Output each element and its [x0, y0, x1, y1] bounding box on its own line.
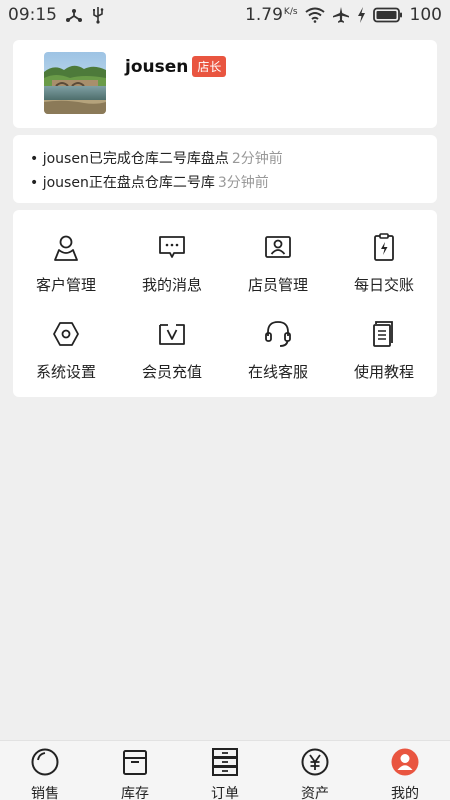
nav-item-inventory[interactable]: 库存 — [90, 741, 180, 800]
avatar[interactable] — [44, 52, 106, 114]
share-icon — [65, 6, 83, 24]
grid-item-tutorial[interactable]: 使用教程 — [331, 319, 437, 382]
customer-icon — [51, 232, 81, 266]
staff-icon — [263, 232, 293, 266]
grid-item-my-messages[interactable]: 我的消息 — [119, 232, 225, 295]
nav-item-mine[interactable]: 我的 — [360, 741, 450, 800]
settings-icon — [51, 319, 81, 353]
grid-item-online-service[interactable]: 在线客服 — [225, 319, 331, 382]
member-recharge-icon — [157, 319, 187, 353]
function-grid-card: 客户管理 我的消息 店员管理 每日交账 系统设置 会员充值 在线客服 使用教程 — [13, 210, 437, 397]
nav-item-sales[interactable]: 销售 — [0, 741, 90, 800]
grid-item-member-recharge[interactable]: 会员充值 — [119, 319, 225, 382]
nav-item-orders[interactable]: 订单 — [180, 741, 270, 800]
activity-time: 2分钟前 — [231, 151, 283, 167]
user-name-row: jousen 店长 — [125, 56, 227, 77]
activity-item[interactable]: • jousen正在盘点仓库二号库 3分钟前 — [30, 171, 437, 195]
assets-icon — [300, 747, 330, 781]
profile-card[interactable]: jousen 店长 — [13, 40, 437, 128]
username: jousen — [125, 56, 189, 77]
grid-item-staff-management[interactable]: 店员管理 — [225, 232, 331, 295]
inventory-icon — [120, 747, 150, 781]
battery-level: 100 — [409, 5, 442, 25]
bottom-nav: 销售 库存 订单 资产 我的 — [0, 740, 450, 800]
message-icon — [157, 232, 187, 266]
grid-item-daily-settlement[interactable]: 每日交账 — [331, 232, 437, 295]
tutorial-icon — [369, 319, 399, 353]
grid-item-system-settings[interactable]: 系统设置 — [13, 319, 119, 382]
activity-card: • jousen已完成仓库二号库盘点 2分钟前 • jousen正在盘点仓库二号库… — [13, 135, 437, 203]
charging-icon — [357, 7, 366, 23]
status-time: 09:15 — [8, 5, 57, 25]
headset-icon — [263, 319, 293, 353]
airplane-icon — [332, 6, 350, 24]
wifi-icon — [304, 7, 325, 23]
sales-icon — [30, 747, 60, 781]
function-grid: 客户管理 我的消息 店员管理 每日交账 系统设置 会员充值 在线客服 使用教程 — [13, 232, 437, 382]
activity-item[interactable]: • jousen已完成仓库二号库盘点 2分钟前 — [30, 147, 437, 171]
grid-item-customer-management[interactable]: 客户管理 — [13, 232, 119, 295]
usb-icon — [91, 6, 105, 24]
activity-time: 3分钟前 — [217, 175, 269, 191]
network-speed: 1.79 K/s — [245, 5, 298, 25]
profile-icon — [390, 747, 420, 781]
role-badge: 店长 — [192, 56, 227, 77]
battery-icon — [372, 7, 403, 23]
orders-icon — [210, 747, 240, 781]
daily-settlement-icon — [369, 232, 399, 266]
nav-item-assets[interactable]: 资产 — [270, 741, 360, 800]
status-bar: 09:15 1.79 K/s 100 — [0, 0, 450, 30]
